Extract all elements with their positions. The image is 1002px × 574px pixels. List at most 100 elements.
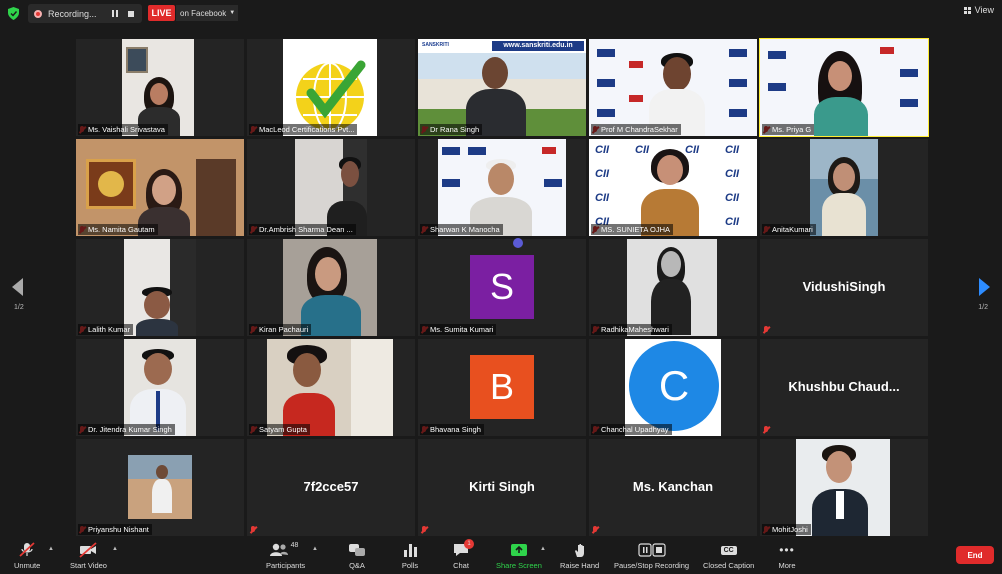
raise-hand-button[interactable]: Raise Hand: [560, 542, 599, 570]
participant-tile[interactable]: Dr.Ambrish Sharma Dean ...: [247, 139, 415, 236]
unmute-label: Unmute: [14, 561, 41, 570]
pause-stop-recording-button[interactable]: Pause/Stop Recording: [614, 542, 689, 570]
meeting-top-bar: Recording... LIVE on Facebook ▼ View: [0, 0, 1002, 26]
participant-tile[interactable]: Satyam Gupta: [247, 339, 415, 436]
participants-button[interactable]: 48 Participants: [266, 542, 305, 570]
participant-display-name: VidushiSingh: [802, 279, 886, 294]
svg-text:CII: CII: [685, 144, 700, 156]
participant-tile[interactable]: Kiran Pachauri: [247, 239, 415, 336]
participant-tile[interactable]: 7f2cce57: [247, 439, 415, 536]
qa-label: Q&A: [349, 561, 365, 570]
participant-tile[interactable]: Khushbu Chaud...: [760, 339, 928, 436]
meeting-toolbar: Unmute ▲ Start Video ▲ 48 Participants ▲…: [0, 538, 1002, 574]
svg-text:CII: CII: [595, 168, 610, 180]
participant-tile[interactable]: S Ms. Sumita Kumari: [418, 239, 586, 336]
participants-label: Participants: [266, 561, 306, 570]
svg-text:CII: CII: [725, 144, 740, 156]
participant-display-name: Ms. Kanchan: [632, 479, 714, 494]
avatar: B: [470, 355, 534, 419]
start-video-button[interactable]: Start Video: [70, 542, 107, 570]
participant-name: Ms. Priya G: [762, 124, 815, 135]
participant-name: Satyam Gupta: [249, 424, 310, 435]
participant-name: Prof M ChandraSekhar: [591, 124, 681, 135]
view-button[interactable]: View: [963, 5, 994, 15]
recording-dot-icon: [34, 9, 42, 18]
recording-label: Recording...: [48, 8, 97, 19]
chevron-up-icon[interactable]: ▲: [540, 546, 546, 552]
chat-badge: 1: [464, 539, 474, 549]
svg-text:CII: CII: [635, 144, 650, 156]
participant-tile[interactable]: CII CII CII CII CII CII CII CII CII CII MS. SU…: [589, 139, 757, 236]
chevron-up-icon[interactable]: ▲: [312, 546, 318, 552]
more-button[interactable]: ••• More: [777, 542, 797, 570]
participant-display-name: Khushbu Chaud...: [788, 379, 900, 394]
chat-label: Chat: [453, 561, 469, 570]
participant-tile-active-speaker[interactable]: Ms. Priya G: [759, 38, 929, 137]
participant-name: Sharwan K Manocha: [420, 224, 503, 235]
chat-button[interactable]: 1 Chat: [451, 539, 474, 570]
participant-tile[interactable]: Dr. Jitendra Kumar Singh: [76, 339, 244, 436]
share-screen-button[interactable]: Share Screen: [496, 542, 542, 570]
raise-hand-label: Raise Hand: [560, 561, 600, 570]
polls-label: Polls: [401, 561, 419, 570]
live-target-dropdown[interactable]: on Facebook ▼: [176, 5, 238, 21]
svg-text:CII: CII: [725, 216, 740, 228]
recording-indicator: Recording...: [28, 4, 142, 23]
muted-mic-icon: [250, 526, 256, 534]
participant-tile[interactable]: Sharwan K Manocha: [418, 139, 586, 236]
closed-caption-icon: CC: [720, 545, 737, 555]
participant-name: MohitJoshi: [762, 524, 811, 535]
participant-tile[interactable]: C Chanchal Upadhyay: [589, 339, 757, 436]
muted-mic-icon: [763, 426, 769, 434]
participant-name: Dr Rana Singh: [420, 124, 483, 135]
muted-mic-icon: [592, 526, 598, 534]
participant-display-name: 7f2cce57: [303, 479, 359, 494]
participant-tile[interactable]: SANSKRITI www.sanskriti.edu.in Dr Rana S…: [418, 39, 586, 136]
next-page-icon[interactable]: [979, 278, 990, 296]
participant-tile[interactable]: VidushiSingh: [760, 239, 928, 336]
pause-recording-icon[interactable]: [108, 7, 122, 21]
participant-tile[interactable]: MacLeod Certifications Pvt...: [247, 39, 415, 136]
svg-text:CII: CII: [595, 192, 610, 204]
chevron-up-icon[interactable]: ▲: [48, 546, 54, 552]
shield-icon[interactable]: [8, 7, 19, 20]
qa-icon: [349, 544, 365, 556]
macleod-logo: [296, 60, 366, 132]
polls-button[interactable]: Polls: [400, 542, 420, 570]
participant-name: Kiran Pachauri: [249, 324, 312, 335]
participant-tile[interactable]: RadhikaMaheshwari: [589, 239, 757, 336]
svg-text:CII: CII: [725, 168, 740, 180]
participant-name: AnitaKumari: [762, 224, 816, 235]
unmute-button[interactable]: Unmute: [14, 542, 40, 570]
closed-caption-button[interactable]: CC Closed Caption: [703, 542, 754, 570]
previous-page-icon[interactable]: [12, 278, 23, 296]
participant-tile[interactable]: Ms. Vaishali Srivastava: [76, 39, 244, 136]
participant-name: RadhikaMaheshwari: [591, 324, 672, 335]
avatar: S: [470, 255, 534, 319]
share-screen-icon: [510, 544, 527, 556]
avatar: C: [629, 341, 719, 431]
chevron-up-icon[interactable]: ▲: [112, 546, 118, 552]
stop-recording-icon[interactable]: [124, 7, 138, 21]
participant-name: Bhavana Singh: [420, 424, 484, 435]
participant-tile[interactable]: Ms. Namita Gautam: [76, 139, 244, 236]
participant-tile[interactable]: AnitaKumari: [760, 139, 928, 236]
closed-caption-label: Closed Caption: [703, 561, 755, 570]
participant-tile[interactable]: MohitJoshi: [760, 439, 928, 536]
qa-button[interactable]: Q&A: [347, 542, 367, 570]
participant-tile[interactable]: Priyanshu Nishant: [76, 439, 244, 536]
participant-tile[interactable]: Lalith Kumar: [76, 239, 244, 336]
participant-tile[interactable]: B Bhavana Singh: [418, 339, 586, 436]
participant-name: Chanchal Upadhyay: [591, 424, 672, 435]
more-icon: •••: [779, 543, 795, 557]
live-badge: LIVE: [148, 5, 175, 21]
participant-tile[interactable]: Ms. Kanchan: [589, 439, 757, 536]
participant-display-name: Kirti Singh: [469, 479, 535, 494]
grid-view-icon: [963, 6, 971, 14]
end-meeting-button[interactable]: End: [956, 546, 994, 564]
participant-tile[interactable]: Prof M ChandraSekhar: [589, 39, 757, 136]
chevron-down-icon: ▼: [229, 10, 236, 16]
participant-tile[interactable]: Kirti Singh: [418, 439, 586, 536]
cursor-indicator: [513, 238, 523, 248]
banner-url: www.sanskriti.edu.in: [492, 41, 584, 51]
